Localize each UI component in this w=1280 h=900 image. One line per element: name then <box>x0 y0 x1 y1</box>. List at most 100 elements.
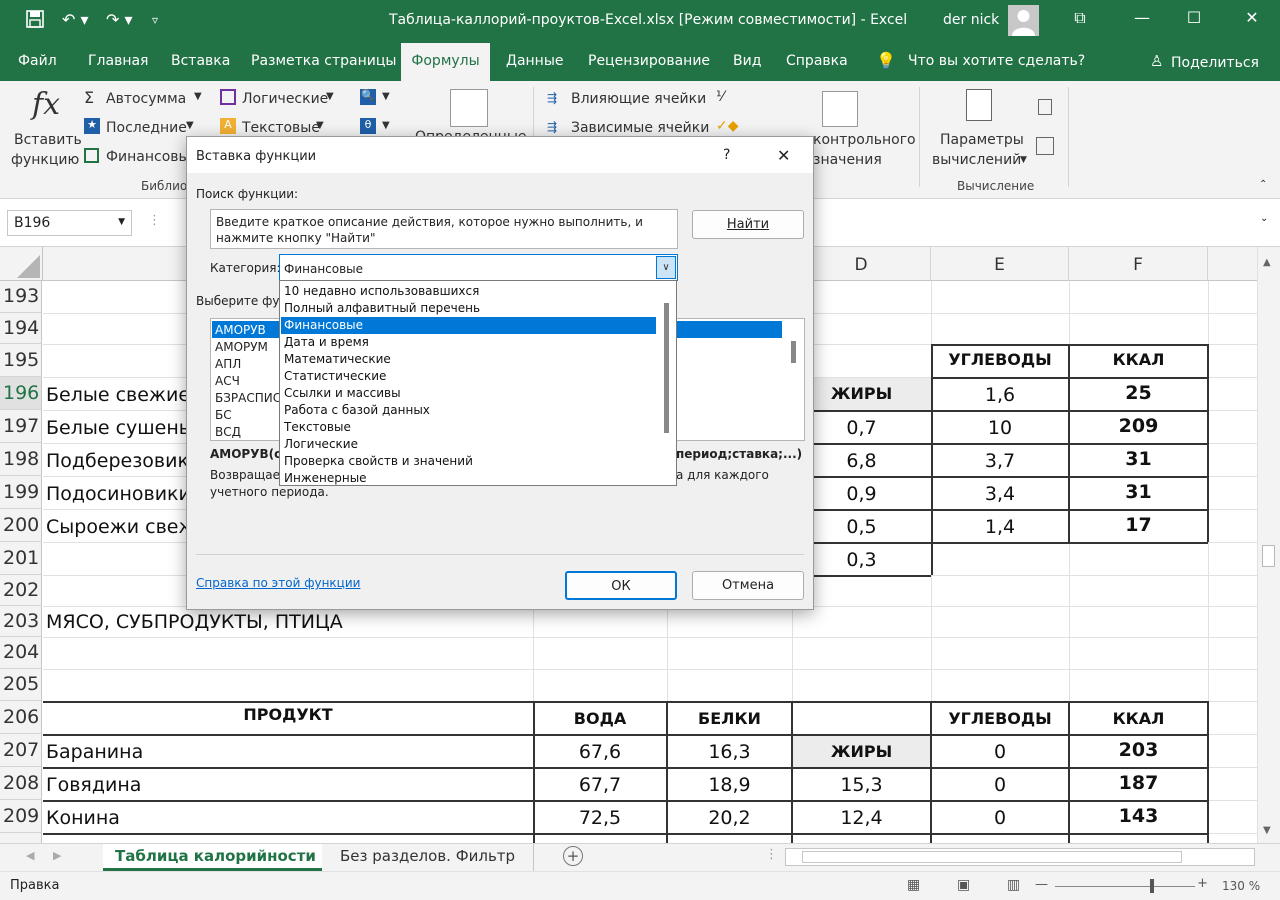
cell[interactable]: УГЛЕВОДЫ <box>931 350 1069 369</box>
tab-help[interactable]: Справка <box>786 53 848 69</box>
math-icon[interactable]: θ <box>360 118 376 134</box>
row-header[interactable] <box>0 833 42 843</box>
row-header[interactable]: 208 <box>0 767 42 800</box>
row-header[interactable]: 200 <box>0 509 42 542</box>
sheet-prev-icon[interactable]: ◀ <box>26 849 34 862</box>
normal-view-icon[interactable]: ▦ <box>907 877 920 893</box>
cell[interactable]: 15,3 <box>792 774 931 796</box>
cell[interactable]: 31 <box>1069 448 1208 470</box>
cell[interactable]: 209 <box>1069 415 1208 437</box>
zoom-out-icon[interactable]: — <box>1035 877 1048 892</box>
zoom-slider[interactable] <box>1055 886 1195 887</box>
ok-button[interactable]: ОК <box>565 571 677 600</box>
cell[interactable]: 3,7 <box>931 450 1069 472</box>
chevron-down-icon[interactable]: ▼ <box>382 91 390 102</box>
tab-view[interactable]: Вид <box>733 53 761 69</box>
trace-dependents-button[interactable]: Зависимые ячейки <box>571 120 709 136</box>
dropdown-option[interactable]: Логические <box>284 436 656 453</box>
row-header-active[interactable]: 196 <box>0 377 42 410</box>
trace-precedents-button[interactable]: Влияющие ячейки <box>571 91 706 107</box>
watch-window-icon[interactable] <box>822 91 858 127</box>
save-icon[interactable] <box>26 10 44 32</box>
avatar[interactable] <box>1008 5 1039 36</box>
select-all-corner[interactable] <box>0 247 43 281</box>
cell[interactable]: 203 <box>1069 739 1208 761</box>
cell[interactable]: 12,4 <box>792 807 931 829</box>
cell[interactable]: ВОДА <box>533 709 667 728</box>
cell[interactable]: Говядина <box>46 774 526 796</box>
page-break-view-icon[interactable]: ▥ <box>1007 877 1020 893</box>
row-header[interactable]: 209 <box>0 800 42 833</box>
cell[interactable]: 67,7 <box>533 774 667 796</box>
chevron-down-icon[interactable]: ▼ <box>316 120 324 131</box>
page-layout-view-icon[interactable]: ▣ <box>957 877 970 893</box>
share-icon[interactable]: ♙ <box>1150 52 1163 70</box>
row-header[interactable]: 202 <box>0 575 42 606</box>
cell[interactable]: 1,4 <box>931 516 1069 538</box>
dropdown-option[interactable]: Проверка свойств и значений <box>284 453 656 470</box>
zoom-slider-thumb[interactable] <box>1150 879 1154 893</box>
customize-toolbar-icon[interactable]: ▿ <box>152 13 158 27</box>
zoom-level[interactable]: 130 % <box>1222 879 1260 893</box>
dropdown-option[interactable]: Инженерные <box>284 470 656 487</box>
watch-label-1[interactable]: контрольного <box>813 132 916 148</box>
row-header[interactable]: 199 <box>0 476 42 509</box>
row-header[interactable]: 204 <box>0 637 42 669</box>
horizontal-scrollbar[interactable] <box>785 848 1255 866</box>
chevron-down-icon[interactable]: ▼ <box>382 120 390 131</box>
tab-review[interactable]: Рецензирование <box>588 53 710 69</box>
dropdown-option[interactable]: Текстовые <box>284 419 656 436</box>
undo-icon[interactable]: ↶ ▾ <box>62 10 89 29</box>
list-item[interactable]: БС <box>215 408 232 422</box>
search-input[interactable]: Введите краткое описание действия, котор… <box>210 209 678 249</box>
cell[interactable]: 20,2 <box>667 807 792 829</box>
dropdown-option[interactable]: Работа с базой данных <box>284 402 656 419</box>
cell[interactable]: 10 <box>931 417 1069 439</box>
vertical-scrollbar[interactable]: ▲ ▼ <box>1257 247 1280 843</box>
dropdown-option[interactable]: Статистические <box>284 368 656 385</box>
row-header[interactable]: 206 <box>0 701 42 734</box>
list-item[interactable]: АСЧ <box>215 374 240 388</box>
scroll-thumb[interactable] <box>791 341 796 363</box>
show-formulas-icon[interactable]: ⅟ <box>716 89 724 105</box>
sheet-tab-active[interactable]: Таблица калорийности <box>103 844 322 871</box>
ribbon-display-icon[interactable]: ⧉ <box>1057 8 1103 28</box>
find-button[interactable]: Найти <box>692 210 804 239</box>
share-button[interactable]: Поделиться <box>1171 55 1259 71</box>
recent-button[interactable]: Последние <box>106 120 187 136</box>
column-header-g[interactable] <box>1208 247 1257 281</box>
row-header[interactable]: 193 <box>0 281 42 313</box>
cell[interactable]: ККАЛ <box>1069 709 1208 728</box>
tab-data[interactable]: Данные <box>506 53 564 69</box>
help-icon[interactable]: ? <box>723 147 730 163</box>
lookup-icon[interactable]: 🔍 <box>360 89 376 105</box>
cell[interactable]: 187 <box>1069 772 1208 794</box>
dropdown-option[interactable]: Полный алфавитный перечень <box>284 300 656 317</box>
tab-insert[interactable]: Вставка <box>171 53 230 69</box>
logical-button[interactable]: Логические <box>242 91 328 107</box>
chevron-down-icon[interactable]: ▼ <box>326 91 334 102</box>
cell[interactable]: 1,6 <box>931 384 1069 406</box>
scroll-thumb[interactable] <box>664 303 669 433</box>
row-header[interactable]: 201 <box>0 542 42 575</box>
chevron-down-icon[interactable]: ▼ <box>1020 155 1027 165</box>
cell[interactable]: УГЛЕВОДЫ <box>931 709 1069 728</box>
list-item[interactable]: АМОРУВ <box>215 323 266 337</box>
dropdown-option[interactable]: Математические <box>284 351 656 368</box>
row-header[interactable]: 197 <box>0 410 42 443</box>
cell[interactable]: Подосиновики с <box>46 483 186 505</box>
list-item[interactable]: АМОРУМ <box>215 340 268 354</box>
dropdown-option[interactable]: Ссылки и массивы <box>284 385 656 402</box>
chevron-down-icon[interactable]: ∨ <box>656 256 676 279</box>
category-select[interactable]: Финансовые ∨ <box>279 254 678 281</box>
autosum-button[interactable]: Автосумма <box>106 91 186 107</box>
column-header-f[interactable]: F <box>1069 247 1208 281</box>
calculate-sheet-icon[interactable] <box>1036 137 1054 155</box>
error-checking-icon[interactable]: ✓◆ <box>716 118 739 134</box>
chevron-down-icon[interactable]: ▼ <box>118 217 125 227</box>
row-header[interactable]: 205 <box>0 669 42 701</box>
minimize-icon[interactable]: — <box>1119 8 1165 27</box>
list-item[interactable]: АПЛ <box>215 357 241 371</box>
collapse-ribbon-icon[interactable]: ⌃ <box>1259 179 1267 190</box>
cell[interactable]: 67,6 <box>533 741 667 763</box>
